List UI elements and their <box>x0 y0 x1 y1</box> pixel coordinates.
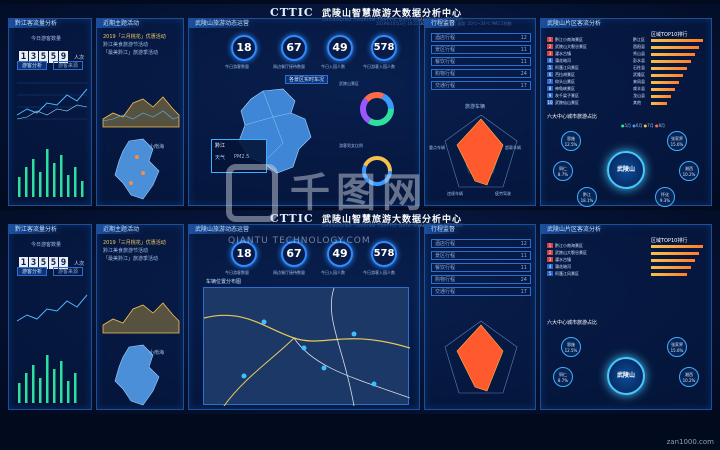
dashboard-screen-1: CTTIC 武陵山智慧旅游大数据分析中心 CHONGQING TOURISM T… <box>0 4 720 208</box>
today-label: 今日游客数量 <box>31 36 62 42</box>
panel-title: 近期主题活动 <box>97 19 146 28</box>
dashboard-screen-2: CTTIC 武陵山智慧旅游大数据分析中心 CHONGQING TOURISM T… <box>0 210 720 414</box>
region-panel: 武陵山片区客流分析 区域TOP10排行 1 黔江小南海景区 2 武陵山大裂谷景区 3… <box>540 18 712 207</box>
panel-title: 黔江客流量分析 <box>9 19 64 28</box>
panel-title: 武陵山片区客流分析 <box>541 19 608 28</box>
panel-title: 武陵山旅游动态运营 <box>189 19 256 28</box>
itinerary-row[interactable]: 酒店行程 12 <box>431 33 531 42</box>
activities-panel: 近期主题活动 2019「三月桃花」优惠活动 黔江美食旅游节活动 「最美黔江」旅游… <box>96 224 184 410</box>
city-bubble[interactable]: 怀化 9.3% <box>655 187 675 207</box>
list-item[interactable]: 5 阿蓬江风景区 <box>547 65 579 71</box>
top10-bar <box>651 73 683 77</box>
itinerary-row[interactable]: 景区行程 11 <box>431 45 531 54</box>
legend: ●5月 ●6月 ●7月 ●8月 <box>621 123 666 128</box>
visitor-analysis-button[interactable]: 游客分析 <box>17 267 47 276</box>
stat-circle: 18 <box>231 35 257 61</box>
map-title-button[interactable]: 各景区实时车况 <box>285 75 329 84</box>
stat-circle: 578 <box>371 35 397 61</box>
top10-bar <box>651 38 703 42</box>
itinerary-row[interactable]: 交通行程 17 <box>431 81 531 90</box>
list-item[interactable]: 3 濯水古镇 <box>547 51 571 57</box>
map-label: 小南海 <box>149 144 165 150</box>
area-chart <box>102 96 180 128</box>
center-panel: 武陵山旅游动态运营 18 67 49 578 今日游客数量 周边餐厅接待数量 今… <box>188 18 420 206</box>
center-bubble[interactable]: 武陵山 <box>607 151 645 189</box>
map-tooltip: 黔江 天气 PM2.5 <box>211 139 267 173</box>
top10-bar <box>651 80 679 84</box>
visitor-source-button[interactable]: 游客来源 <box>53 61 83 70</box>
list-item[interactable]: 7 仰头山景区 <box>547 79 575 85</box>
city-bubble[interactable]: 恩施 12.5% <box>561 131 581 151</box>
list-item[interactable]: 4 蒲花暗河 <box>547 58 571 64</box>
activity-item[interactable]: 2019「三月桃花」优惠活动 <box>103 33 166 40</box>
top10-bar <box>651 101 667 105</box>
top10-bar <box>651 59 691 63</box>
radar-chart <box>444 114 518 188</box>
bar-chart <box>18 149 84 197</box>
list-item[interactable]: 10 武陵仙山景区 <box>547 100 579 106</box>
left-panel: 黔江客流量分析 今日游客数量 13559 人次 游客分析 游客来源 <box>8 18 92 206</box>
activity-item[interactable]: 「最美黔江」旅游季活动 <box>103 49 158 56</box>
city-bubble[interactable]: 黔江 18.1% <box>577 187 597 207</box>
list-item[interactable]: 6 芭拉胡景区 <box>547 72 575 78</box>
region-panel: 武陵山片区客流分析 区域TOP10排行 1 黔江小南海景区 2 武陵山大裂谷景区 3… <box>540 224 712 410</box>
city-bubble[interactable]: 张家界 15.6% <box>667 131 687 151</box>
left-panel: 黔江客流量分析 今日游客数量 13559 人次 游客分析 游客来源 <box>8 224 92 410</box>
top10-bar <box>651 87 675 91</box>
visitor-analysis-button[interactable]: 游客分析 <box>17 61 47 70</box>
donut-chart <box>360 92 394 126</box>
stat-circle: 49 <box>327 35 353 61</box>
line-chart <box>16 82 88 120</box>
vehicle-map[interactable]: 车辆位置分布图 <box>203 279 411 407</box>
itinerary-panel: 行程监督 酒店行程 12 景区行程 11 餐饮行程 11 购物行程 24 交通行程 17 <box>424 224 536 410</box>
activity-item[interactable]: 黔江美食旅游节活动 <box>103 41 148 48</box>
stat-circle: 67 <box>281 35 307 61</box>
ring-chart <box>362 156 392 186</box>
top10-bar <box>651 45 699 49</box>
list-item[interactable]: 1 黔江小南海景区 <box>547 37 583 43</box>
area-chart <box>102 302 180 334</box>
panel-title: 行程监督 <box>425 19 462 28</box>
list-item[interactable]: 8 神龟峡景区 <box>547 86 575 92</box>
site-credit: zan1000.com <box>666 438 714 446</box>
itinerary-panel: 行程监督 酒店行程 12 景区行程 11 餐饮行程 11 购物行程 24 交通行程 17 … <box>424 18 536 206</box>
line-chart <box>16 294 88 322</box>
visitor-source-button[interactable]: 游客来源 <box>53 267 83 276</box>
activities-panel: 近期主题活动 2019「三月桃花」优惠活动 黔江美食旅游节活动 「最美黔江」旅游… <box>96 18 184 206</box>
itinerary-row[interactable]: 餐饮行程 11 <box>431 57 531 66</box>
top10-bar <box>651 94 671 98</box>
radar-chart <box>444 320 518 394</box>
center-panel: 武陵山旅游动态运营 18 67 49 578 今日游客数量 周边餐厅接待数量 今… <box>188 224 420 410</box>
city-bubble[interactable]: 湘西 10.2% <box>679 161 699 181</box>
top10-bar <box>651 66 687 70</box>
itinerary-row[interactable]: 购物行程 24 <box>431 69 531 78</box>
city-bubble[interactable]: 铜仁 8.7% <box>553 161 573 181</box>
list-item[interactable]: 9 灰千梁子景区 <box>547 93 579 99</box>
list-item[interactable]: 2 武陵山大裂谷景区 <box>547 44 587 50</box>
bar-chart <box>18 355 77 403</box>
road-network <box>203 287 411 407</box>
top10-bar <box>651 52 695 56</box>
